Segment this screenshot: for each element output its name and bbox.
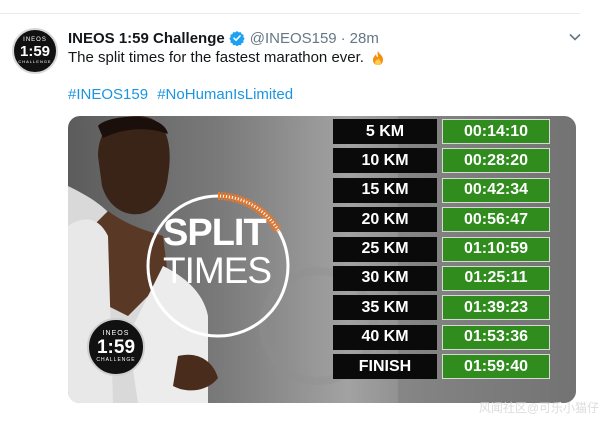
tweet-body: The split times for the fastest marathon… — [68, 49, 364, 66]
split-time: 01:59:40 — [442, 354, 550, 380]
tweet-media-image[interactable]: SPLIT TIMES INEOS 1:59 CHALLENGE 5 KM 00:… — [68, 116, 576, 403]
split-distance: 5 KM — [333, 119, 437, 144]
split-distance: 15 KM — [333, 177, 437, 203]
separator-dot: · — [340, 29, 346, 47]
badge-logo-bottom: CHALLENGE — [96, 357, 136, 363]
badge-logo-mid: 1:59 — [96, 337, 136, 358]
split-row: 35 KM 01:39:23 — [333, 295, 553, 321]
hashtag-ineos159[interactable]: #INEOS159 — [68, 86, 148, 103]
split-row: 20 KM 00:56:47 — [333, 207, 553, 233]
split-row: 15 KM 00:42:34 — [333, 177, 553, 203]
split-time: 01:53:36 — [442, 324, 550, 350]
split-row: 10 KM 00:28:20 — [333, 148, 553, 174]
hashtag-nohumanislimited[interactable]: #NoHumanIsLimited — [157, 86, 293, 103]
split-row: 25 KM 01:10:59 — [333, 236, 553, 262]
chevron-down-icon[interactable] — [568, 30, 582, 44]
divider — [0, 13, 580, 14]
ineos-logo-badge: INEOS 1:59 CHALLENGE — [87, 318, 145, 376]
split-distance: 30 KM — [333, 265, 437, 291]
split-distance: 20 KM — [333, 207, 437, 233]
timestamp[interactable]: 28m — [350, 30, 379, 47]
split-distance: 10 KM — [333, 148, 437, 174]
fire-emoji-icon — [372, 50, 383, 65]
avatar-logo-bottom: CHALLENGE — [18, 59, 52, 64]
account-name[interactable]: INEOS 1:59 Challenge — [68, 30, 225, 47]
split-title-line1: SPLIT — [163, 212, 267, 254]
split-time: 01:39:23 — [442, 295, 550, 321]
account-handle[interactable]: @INEOS159 — [250, 30, 337, 47]
avatar-logo-mid: 1:59 — [19, 43, 51, 60]
split-time: 01:25:11 — [442, 265, 550, 291]
split-time: 00:42:34 — [442, 177, 550, 203]
split-time: 00:56:47 — [442, 207, 550, 233]
avatar[interactable]: INEOS 1:59 CHALLENGE — [12, 28, 58, 74]
split-times-table: 5 KM 00:14:10 10 KM 00:28:20 15 KM 00:42:34… — [333, 119, 553, 384]
split-row: 5 KM 00:14:10 — [333, 119, 553, 144]
watermark-text: 风闻社区@可乐小猫仔 — [478, 401, 599, 415]
split-time: 00:14:10 — [442, 119, 550, 144]
tweet-header: INEOS 1:59 Challenge @INEOS159 · 28m — [68, 28, 379, 48]
split-row: FINISH 01:59:40 — [333, 354, 553, 380]
tweet-text: The split times for the fastest marathon… — [68, 49, 386, 66]
split-row: 30 KM 01:25:11 — [333, 265, 553, 291]
split-distance: FINISH — [333, 354, 437, 380]
verified-badge-icon — [229, 31, 245, 46]
split-title-line2: TIMES — [163, 250, 272, 291]
split-times-label: SPLIT TIMES — [163, 212, 272, 291]
split-row: 40 KM 01:53:36 — [333, 324, 553, 350]
split-time: 01:10:59 — [442, 236, 550, 262]
split-distance: 40 KM — [333, 324, 437, 350]
split-distance: 25 KM — [333, 236, 437, 262]
split-distance: 35 KM — [333, 295, 437, 321]
hashtags: #INEOS159 #NoHumanIsLimited — [68, 86, 293, 103]
split-time: 00:28:20 — [442, 148, 550, 174]
tweet-card: INEOS 1:59 CHALLENGE INEOS 1:59 Challeng… — [0, 0, 607, 422]
